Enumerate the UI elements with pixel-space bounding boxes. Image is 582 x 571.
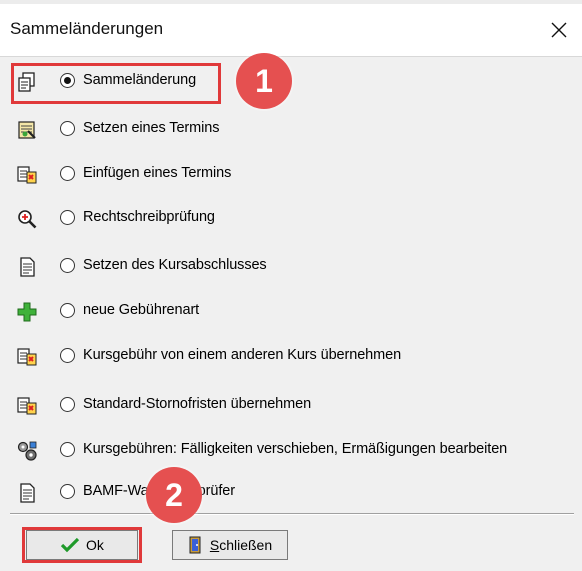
option-label: Setzen des Kursabschlusses <box>83 257 267 273</box>
radio-rechtschreibpruefung[interactable] <box>60 210 75 225</box>
annotation-badge-1: 1 <box>236 53 292 109</box>
option-row-neue-gebuehrenart[interactable]: neue Gebührenart <box>0 292 582 332</box>
radio-bamf[interactable] <box>60 484 75 499</box>
highlight-option-1 <box>11 63 221 104</box>
transfer-cancellation-icon <box>16 395 38 417</box>
close-button[interactable]: Schließen <box>172 530 288 560</box>
radio-neue-gebuehrenart[interactable] <box>60 303 75 318</box>
radio-kursabschluss[interactable] <box>60 258 75 273</box>
insert-date-icon <box>16 164 38 186</box>
close-button-label: Schließen <box>209 537 273 553</box>
option-label: Standard-Stornofristen übernehmen <box>83 396 312 412</box>
title-bar: Sammeländerungen <box>0 4 582 57</box>
radio-faelligkeiten[interactable] <box>60 442 75 457</box>
option-row-stornofristen[interactable]: Standard-Stornofristen übernehmen <box>0 386 582 426</box>
radio-stornofristen[interactable] <box>60 397 75 412</box>
option-label: Setzen eines Termins <box>83 120 220 136</box>
exit-door-icon <box>189 536 201 554</box>
ok-button[interactable]: Ok <box>26 530 138 560</box>
transfer-fee-icon <box>16 346 38 368</box>
green-plus-icon <box>16 301 38 323</box>
window-title: Sammeländerungen <box>10 19 164 38</box>
set-date-icon <box>16 119 38 141</box>
option-label: Kursgebühr von einem anderen Kurs überne… <box>83 347 402 363</box>
radio-setzen-termin[interactable] <box>60 121 75 136</box>
option-row-kursabschluss[interactable]: Setzen des Kursabschlusses <box>0 247 582 287</box>
button-separator <box>10 513 574 515</box>
option-label: Kursgebühren: Fälligkeiten verschieben, … <box>83 441 508 457</box>
document-icon <box>16 256 38 278</box>
option-label: Rechtschreibprüfung <box>83 209 215 225</box>
option-row-einfuegen-termin[interactable]: Einfügen eines Termins <box>0 155 582 195</box>
close-window-button[interactable] <box>536 4 582 56</box>
document-icon <box>16 482 38 504</box>
option-row-rechtschreibpruefung[interactable]: Rechtschreibprüfung <box>0 199 582 239</box>
ok-button-label: Ok <box>86 537 104 553</box>
option-row-faelligkeiten[interactable]: Kursgebühren: Fälligkeiten verschieben, … <box>0 431 582 471</box>
option-row-kursgebuehr-uebernehmen[interactable]: Kursgebühr von einem anderen Kurs überne… <box>0 337 582 377</box>
option-row-bamf[interactable]: BAMF-Wartelistesprüfer <box>0 473 582 513</box>
annotation-badge-2: 2 <box>146 467 202 523</box>
spellcheck-magnifier-icon <box>16 208 38 230</box>
option-row-setzen-termin[interactable]: Setzen eines Termins <box>0 110 582 150</box>
option-label: Einfügen eines Termins <box>83 165 232 181</box>
option-label: neue Gebührenart <box>83 302 200 318</box>
close-icon <box>551 22 567 38</box>
checkmark-icon <box>60 537 80 553</box>
radio-kursgebuehr-uebernehmen[interactable] <box>60 348 75 363</box>
radio-einfuegen-termin[interactable] <box>60 166 75 181</box>
gears-icon <box>16 440 38 462</box>
